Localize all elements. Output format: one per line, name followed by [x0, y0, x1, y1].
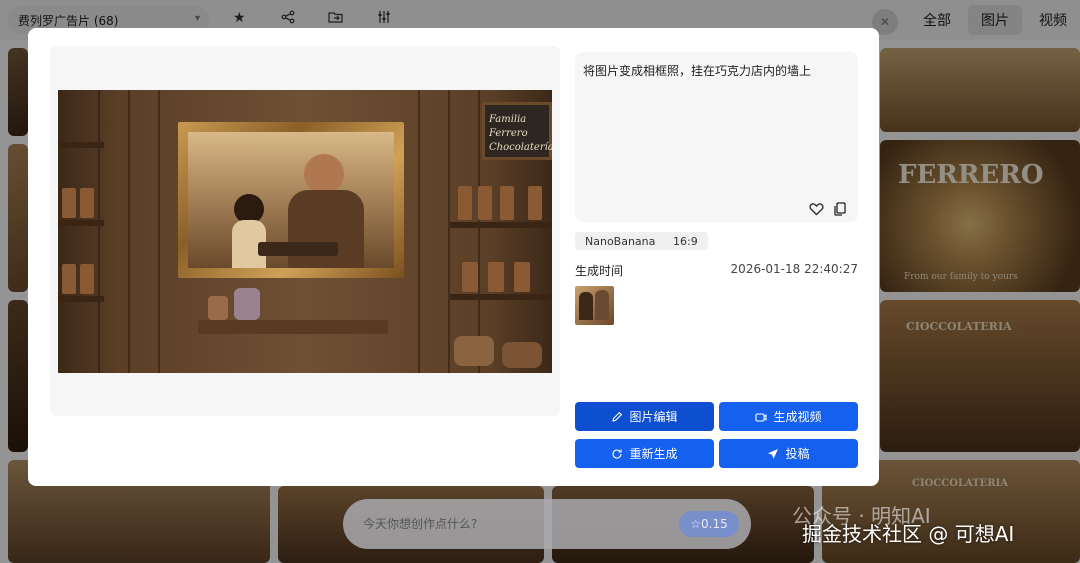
prompt-bar: ☆0.15: [343, 499, 751, 549]
generated-time-value: 2026-01-18 22:40:27: [730, 262, 858, 276]
model-tag: NanoBanana: [575, 232, 666, 250]
image-preview-area: Familia Ferrero Chocolatería: [50, 46, 560, 416]
refresh-icon: [612, 449, 623, 459]
submit-label: 投稿: [785, 447, 810, 461]
shop-sign: Familia Ferrero Chocolatería: [482, 102, 552, 160]
copy-icon[interactable]: [831, 200, 849, 218]
generate-video-button[interactable]: 生成视频: [719, 402, 858, 431]
reference-image-thumbnail[interactable]: [575, 286, 614, 325]
heart-icon[interactable]: [807, 200, 825, 218]
generated-image[interactable]: Familia Ferrero Chocolatería: [58, 90, 552, 373]
prompt-display: 将图片变成相框照，挂在巧克力店内的墙上: [575, 52, 858, 222]
video-icon: [755, 412, 768, 422]
watermark: 掘金技术社区 @ 可想AI: [802, 522, 1015, 546]
regenerate-button[interactable]: 重新生成: [575, 439, 714, 468]
send-icon: [768, 448, 779, 459]
pencil-icon: [612, 411, 623, 422]
image-detail-modal: Familia Ferrero Chocolatería 将图片变成相框照，挂在…: [28, 28, 879, 486]
prompt-input[interactable]: [363, 514, 663, 534]
submit-button[interactable]: 投稿: [719, 439, 858, 468]
regenerate-label: 重新生成: [629, 447, 678, 461]
image-edit-button[interactable]: 图片编辑: [575, 402, 714, 431]
prompt-text: 将图片变成相框照，挂在巧克力店内的墙上: [583, 64, 812, 78]
generate-video-label: 生成视频: [773, 410, 822, 424]
aspect-ratio-tag: 16:9: [663, 232, 708, 250]
generated-time-label: 生成时间: [575, 264, 624, 278]
generate-button[interactable]: ☆0.15: [679, 511, 739, 537]
image-edit-label: 图片编辑: [629, 410, 678, 424]
picture-frame: [178, 122, 404, 278]
